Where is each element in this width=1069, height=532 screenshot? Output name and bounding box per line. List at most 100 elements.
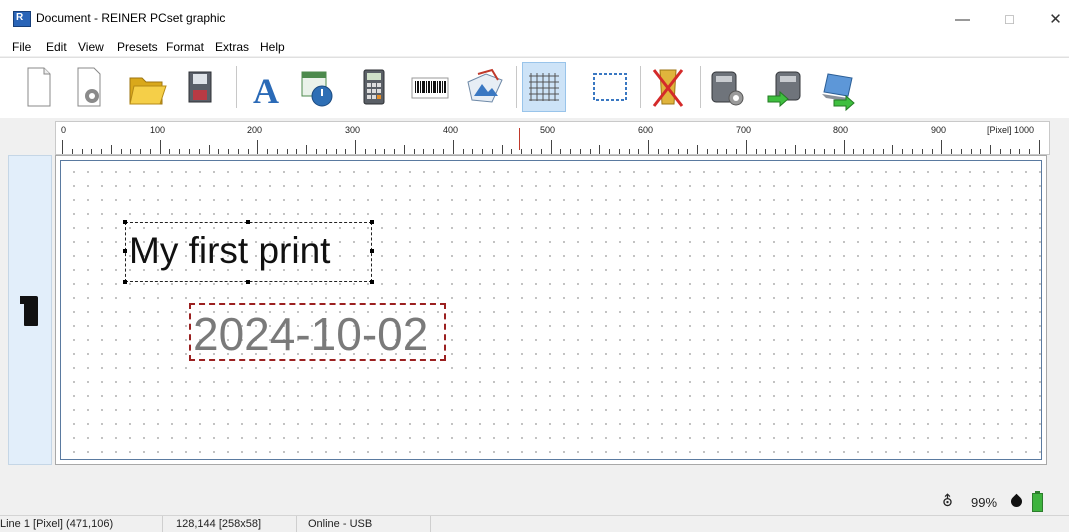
ruler-tick — [62, 140, 63, 154]
ruler-tick — [882, 149, 884, 154]
battery-icon — [1032, 491, 1043, 512]
save-button[interactable] — [178, 62, 222, 112]
add-text-button[interactable]: A — [244, 62, 288, 112]
ruler-tick — [413, 149, 415, 154]
document-settings-button[interactable] — [66, 62, 110, 112]
printer-transfer-icon — [767, 71, 801, 108]
menu-help[interactable]: Help — [260, 40, 285, 54]
ruler-tick — [1009, 149, 1011, 154]
ruler-tick — [833, 149, 835, 154]
ruler-tick — [130, 149, 132, 154]
toolbar-separator — [516, 66, 517, 108]
toolbar-separator — [640, 66, 641, 108]
window-title: Document - REINER PCset graphic — [36, 11, 226, 25]
toolbar-separator — [236, 66, 237, 108]
print-canvas[interactable]: My first print 2024-10-02 — [55, 155, 1047, 465]
minimize-button[interactable]: — — [940, 6, 985, 34]
ruler-tick — [892, 145, 894, 154]
menu-file[interactable]: File — [12, 40, 31, 54]
new-document-button[interactable] — [16, 62, 60, 112]
add-image-button[interactable] — [462, 62, 506, 112]
menu-extras[interactable]: Extras — [215, 40, 249, 54]
ruler-tick — [697, 145, 699, 154]
ruler-tick — [189, 149, 190, 154]
printer-transfer-button[interactable] — [764, 62, 808, 112]
maximize-button[interactable]: ☐ — [987, 6, 1032, 34]
resize-handle[interactable] — [246, 220, 250, 224]
ruler-tick — [443, 149, 445, 154]
close-button[interactable]: ✕ — [1033, 6, 1069, 34]
resize-handle[interactable] — [123, 249, 127, 253]
ruler-tick — [999, 149, 1001, 154]
resize-handle[interactable] — [370, 249, 374, 253]
ruler-tick — [579, 149, 581, 154]
status-separator — [430, 516, 431, 532]
menu-edit[interactable]: Edit — [46, 40, 67, 54]
ruler-tick — [589, 149, 591, 154]
status-cursor-position: Line 1 [Pixel] (471,106) — [0, 518, 114, 530]
ruler-label: 700 — [736, 125, 752, 135]
counter-calculator-icon — [363, 69, 385, 105]
ruler-tick — [257, 140, 259, 154]
grid-toggle-button[interactable] — [522, 62, 566, 112]
menu-format[interactable]: Format — [166, 40, 204, 54]
laptop-transfer-button[interactable] — [816, 62, 860, 112]
ruler-tick — [228, 149, 230, 154]
text-icon: A — [253, 71, 279, 111]
ruler-label: 400 — [443, 125, 459, 135]
ruler-tick — [316, 149, 318, 154]
ruler-tick — [159, 140, 161, 154]
ruler-tick — [911, 149, 913, 154]
ruler-tick — [745, 140, 747, 154]
ruler-tick — [423, 149, 425, 154]
ruler-tick — [980, 149, 982, 154]
ruler-tick — [374, 149, 376, 154]
ruler-tick — [110, 145, 112, 154]
datetime-icon — [301, 71, 333, 107]
printer-settings-icon — [711, 71, 744, 106]
resize-handle[interactable] — [370, 280, 374, 284]
menu-presets[interactable]: Presets — [117, 40, 158, 54]
ruler-tick — [482, 149, 484, 154]
ruler-tick — [648, 140, 650, 154]
text-object[interactable]: My first print — [123, 220, 374, 284]
frame-toggle-button[interactable] — [588, 62, 632, 112]
ruler-tick — [81, 149, 83, 154]
ruler-cursor-marker — [519, 128, 520, 150]
ruler-tick — [941, 140, 943, 154]
add-counter-button[interactable] — [352, 62, 396, 112]
printer-settings-button[interactable] — [704, 62, 748, 112]
open-folder-button[interactable] — [124, 62, 168, 112]
ruler-tick — [853, 149, 855, 154]
ruler-tick — [296, 149, 298, 154]
date-object[interactable]: 2024-10-02 — [189, 303, 446, 361]
ruler-tick — [657, 149, 659, 154]
add-datetime-button[interactable] — [294, 62, 338, 112]
ruler-tick — [736, 149, 738, 154]
ruler-tick — [599, 145, 601, 154]
ruler-tick — [970, 149, 972, 154]
delete-button[interactable] — [646, 62, 690, 112]
status-object-info: 128,144 [258x58] — [176, 518, 262, 530]
status-separator — [162, 516, 163, 532]
ruler-label: 800 — [833, 125, 849, 135]
print-area[interactable]: My first print 2024-10-02 — [60, 160, 1042, 460]
menu-view[interactable]: View — [78, 40, 104, 54]
toolbar-separator — [700, 66, 701, 108]
resize-handle[interactable] — [370, 220, 374, 224]
ink-level-text: 99% — [971, 495, 998, 510]
add-barcode-button[interactable] — [408, 62, 452, 112]
ruler-tick — [364, 149, 366, 154]
ruler-tick — [218, 149, 220, 154]
ruler-tick — [618, 149, 620, 154]
ruler-tick — [286, 149, 288, 154]
ruler-tick — [931, 149, 933, 154]
ink-cartridge-icon — [20, 296, 38, 326]
resize-handle[interactable] — [123, 220, 127, 224]
ruler-tick — [267, 149, 269, 154]
resize-handle[interactable] — [246, 280, 250, 284]
ruler-tick — [960, 149, 962, 154]
resize-handle[interactable] — [123, 280, 127, 284]
ruler-tick — [345, 149, 347, 154]
toolbar: A — [0, 57, 1069, 118]
